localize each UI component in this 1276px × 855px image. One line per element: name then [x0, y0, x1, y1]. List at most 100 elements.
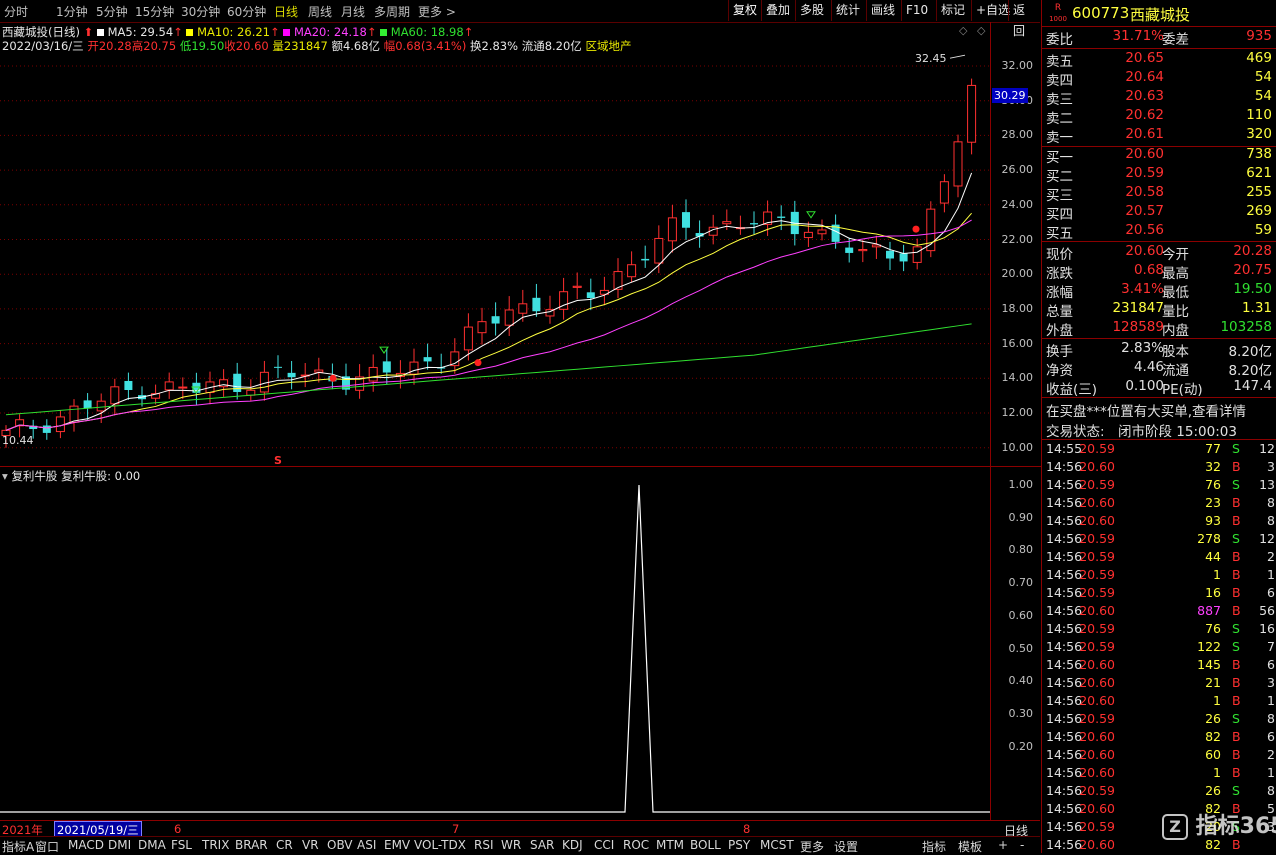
tick-time: 14:56 — [1046, 819, 1083, 834]
stat-label: 总量 — [1046, 304, 1073, 320]
indicator-tab[interactable]: ASI — [357, 838, 376, 852]
tick-price: 20.60 — [1079, 495, 1115, 510]
indicator-tab[interactable]: WR — [501, 838, 521, 852]
indicator-tab[interactable]: CR — [276, 838, 293, 852]
restore-rights-button[interactable]: 复权 — [728, 0, 761, 21]
stock-code: 600773 — [1072, 4, 1130, 22]
multi-stock-button[interactable]: 多股 — [795, 0, 828, 21]
bid-price: 20.56 — [1125, 222, 1164, 238]
indicator-tab[interactable]: 更多 — [800, 838, 824, 855]
tab-bar-control[interactable]: - — [1020, 838, 1024, 852]
tick-count: 6 — [1267, 657, 1275, 672]
notice-row[interactable]: 在买盘***位置有大买单,查看详情 — [1046, 400, 1274, 420]
stat-label: 最低 — [1162, 285, 1189, 301]
ask-volume: 54 — [1254, 69, 1272, 85]
r-badge: R 1000 — [1048, 2, 1068, 24]
indicator-tab[interactable]: 设置 — [834, 838, 858, 855]
indicator-tab[interactable]: 指标A — [2, 838, 34, 855]
settings-icon[interactable]: ◇ — [977, 24, 985, 37]
tick-volume: 145 — [1197, 657, 1221, 672]
candle-body-up — [164, 381, 174, 391]
indicator-tab[interactable]: OBV — [327, 838, 353, 852]
indicator-tab[interactable]: EMV — [384, 838, 410, 852]
indicator-tab[interactable]: VOL-TDX — [414, 838, 466, 852]
period-tab-30min[interactable]: 30分钟 — [181, 3, 220, 20]
statistics-button[interactable]: 统计 — [831, 0, 864, 21]
period-tab-multi[interactable]: 多周期 — [374, 3, 410, 20]
indicator-tab[interactable]: MTM — [656, 838, 684, 852]
tick-price: 20.59 — [1079, 441, 1115, 456]
period-tab-60min[interactable]: 60分钟 — [227, 3, 266, 20]
tick-time: 14:56 — [1046, 765, 1083, 780]
tab-bar-control[interactable]: 模板 — [958, 838, 982, 855]
f10-button[interactable]: F10 — [901, 0, 932, 21]
candle-body-up — [667, 217, 677, 242]
kline-chart[interactable]: 32.45 10.44 S — [0, 22, 990, 466]
period-tab-1min[interactable]: 1分钟 — [56, 3, 88, 20]
indicator-tab[interactable]: CCI — [594, 838, 614, 852]
stat-value: 103258 — [1220, 319, 1272, 335]
indicator-tab[interactable]: PSY — [728, 838, 750, 852]
ask-price: 20.62 — [1125, 107, 1164, 123]
back-button[interactable]: 返回 — [1008, 0, 1040, 38]
ask-volume: 320 — [1246, 126, 1272, 142]
indicator-tab[interactable]: MACD — [68, 838, 104, 852]
candle-body-up — [912, 246, 922, 263]
divider — [1042, 26, 1276, 27]
tab-bar-control[interactable]: 指标 — [922, 838, 946, 855]
tick-price: 20.59 — [1079, 783, 1115, 798]
indicator-tab[interactable]: KDJ — [562, 838, 583, 852]
indicator-tab[interactable]: DMI — [108, 838, 131, 852]
tick-price: 20.59 — [1079, 567, 1115, 582]
status-label: 交易状态: — [1046, 424, 1105, 440]
tab-bar-control[interactable]: + — [998, 838, 1008, 852]
tick-volume: 26 — [1205, 783, 1221, 798]
period-tab-fenshi[interactable]: 分时 — [4, 3, 28, 20]
period-tab-monthly[interactable]: 月线 — [341, 3, 365, 20]
candle-body-up — [518, 303, 528, 314]
tick-time: 14:56 — [1046, 621, 1083, 636]
diamond-icon[interactable]: ◇ — [959, 24, 967, 37]
ask-price: 20.63 — [1125, 88, 1164, 104]
indicator-line — [0, 484, 990, 813]
indicator-tab[interactable]: 窗口 — [35, 838, 59, 855]
fund-value: 2.83% — [1121, 340, 1164, 356]
candle-body-up — [722, 221, 732, 225]
period-tab-15min[interactable]: 15分钟 — [135, 3, 174, 20]
candle-body-up — [110, 386, 120, 405]
indicator-tab[interactable]: BRAR — [235, 838, 268, 852]
overlay-button[interactable]: 叠加 — [761, 0, 794, 21]
tick-time: 14:56 — [1046, 657, 1083, 672]
indicator-tab[interactable]: TRIX — [202, 838, 229, 852]
ratio-row: 委比 31.71% 委差 935 — [1046, 28, 1274, 48]
tick-side: B — [1232, 657, 1241, 672]
indicator-tab[interactable]: RSI — [474, 838, 494, 852]
tick-time: 14:56 — [1046, 585, 1083, 600]
stat-label: 涨幅 — [1046, 285, 1073, 301]
indicator-tab[interactable]: DMA — [138, 838, 166, 852]
tick-time: 14:56 — [1046, 693, 1083, 708]
indicator-tab[interactable]: SAR — [530, 838, 554, 852]
period-tab-weekly[interactable]: 周线 — [308, 3, 332, 20]
indicator-chart[interactable]: ▾ 复利牛股 复利牛股: 0.00 — [0, 466, 990, 821]
period-tab-daily[interactable]: 日线 — [274, 3, 298, 20]
ask-row: 卖一 20.61 320 — [1046, 126, 1274, 146]
indicator-tab[interactable]: VR — [302, 838, 319, 852]
indicator-tab[interactable]: MCST — [760, 838, 794, 852]
candle-body-up — [939, 181, 949, 204]
status-value: 闭市阶段 15:00:03 — [1118, 424, 1237, 440]
draw-line-button[interactable]: 画线 — [866, 0, 899, 21]
date-axis: 2021年 2021/05/19/三 6 7 8 日线 — [0, 820, 1040, 839]
period-tab-5min[interactable]: 5分钟 — [96, 3, 128, 20]
indicator-tab[interactable]: ROC — [623, 838, 649, 852]
tick-count: 12 — [1259, 531, 1275, 546]
period-tab-more[interactable]: 更多 > — [418, 3, 456, 20]
fund-row: 收益(三) 0.100 PE(动) 147.4 — [1046, 378, 1274, 398]
ratio-value: 31.71% — [1112, 28, 1164, 44]
mark-button[interactable]: 标记 — [936, 0, 969, 21]
stat-label: 现价 — [1046, 247, 1073, 263]
indicator-tab[interactable]: FSL — [171, 838, 192, 852]
tick-count: 8 — [1267, 513, 1275, 528]
fund-value: 147.4 — [1233, 378, 1272, 394]
indicator-tab[interactable]: BOLL — [690, 838, 721, 852]
